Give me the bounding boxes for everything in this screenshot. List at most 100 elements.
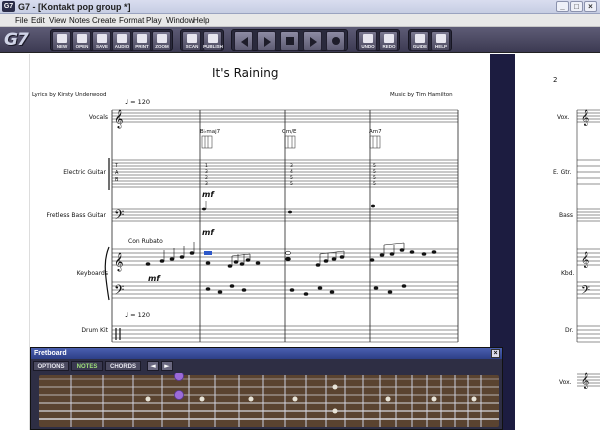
active-note-marker-1 (174, 373, 184, 381)
save-icon (97, 34, 107, 43)
menu-play[interactable]: Play (146, 14, 162, 27)
help-button-group: GUIDE HELP (408, 29, 452, 51)
page2-notation: 𝄞 𝄞 𝄢 𝄞 (576, 109, 600, 389)
publish-button[interactable]: PUBLISH (203, 31, 223, 51)
undo-button[interactable]: UNDO (358, 31, 377, 51)
svg-text:5: 5 (290, 181, 293, 187)
keyboard-notes (145, 242, 437, 296)
bass-notes (202, 201, 375, 214)
main-toolbar: G7 NEW OPEN SAVE AUDIO PRINT ZOOM SCAN P… (0, 27, 600, 53)
g7-logo: G7 (4, 30, 29, 50)
scan-button-group: SCAN PUBLISH (180, 29, 224, 51)
redo-icon (384, 34, 394, 43)
svg-text:3: 3 (205, 169, 208, 175)
svg-text:A: A (115, 170, 119, 176)
menu-help[interactable]: Help (193, 14, 209, 27)
svg-text:𝄞: 𝄞 (114, 109, 123, 129)
menu-format[interactable]: Format (119, 14, 144, 27)
menu-bar: File Edit View Notes Create Format Play … (0, 14, 600, 27)
window-title: G7 - [Kontakt pop group *] (18, 2, 131, 12)
svg-text:𝄞: 𝄞 (114, 252, 123, 272)
chord-diagrams (201, 135, 381, 149)
play-icon (310, 37, 317, 47)
open-icon (77, 34, 87, 43)
fretboard-window[interactable]: Fretboard × OPTIONS NOTES CHORDS ◄ ► (30, 347, 503, 430)
redo-button[interactable]: REDO (379, 31, 398, 51)
scan-icon (187, 34, 197, 43)
svg-text:𝄞: 𝄞 (581, 373, 589, 389)
fast-forward-button[interactable] (257, 31, 276, 51)
tab-options[interactable]: OPTIONS (33, 361, 69, 371)
record-button[interactable] (326, 31, 345, 51)
stop-icon (286, 37, 294, 45)
publish-icon (208, 34, 218, 43)
guitar-neck[interactable] (31, 373, 502, 429)
svg-text:5: 5 (373, 163, 376, 169)
fretboard-title: Fretboard (34, 350, 67, 357)
undo-icon (363, 34, 373, 43)
maximize-button[interactable]: □ (570, 1, 583, 12)
scan-button[interactable]: SCAN (182, 31, 201, 51)
svg-text:3: 3 (290, 163, 293, 169)
audio-icon (117, 34, 127, 43)
fretboard-titlebar[interactable]: Fretboard × (31, 348, 502, 359)
svg-text:5: 5 (373, 181, 376, 187)
help-icon (436, 34, 446, 43)
guide-icon (415, 34, 425, 43)
svg-text:𝄢: 𝄢 (114, 207, 124, 226)
score-page-2[interactable]: 2 Vox. E. Gtr. Bass Kbd. Dr. Vox. 𝄞 𝄞 𝄢 𝄞 (515, 54, 600, 430)
record-icon (332, 37, 340, 45)
svg-text:5: 5 (373, 175, 376, 181)
svg-text:2: 2 (205, 175, 208, 181)
previous-arrow-button[interactable]: ◄ (147, 361, 159, 371)
audio-button[interactable]: AUDIO (112, 31, 131, 51)
menu-edit[interactable]: Edit (31, 14, 45, 27)
help-button[interactable]: HELP (431, 31, 450, 51)
staff-braces (104, 158, 110, 301)
svg-text:5: 5 (290, 175, 293, 181)
svg-text:5: 5 (373, 169, 376, 175)
left-margin (0, 54, 30, 430)
svg-text:𝄞: 𝄞 (581, 110, 589, 126)
next-arrow-button[interactable]: ► (161, 361, 173, 371)
minimize-button[interactable]: _ (556, 1, 569, 12)
print-button[interactable]: PRINT (132, 31, 151, 51)
rewind-icon (241, 37, 248, 47)
new-icon (57, 34, 67, 43)
print-icon (137, 34, 147, 43)
svg-text:𝄢: 𝄢 (581, 284, 590, 300)
svg-text:1: 1 (205, 163, 208, 169)
menu-notes[interactable]: Notes (69, 14, 90, 27)
new-button[interactable]: NEW (52, 31, 71, 51)
guide-button[interactable]: GUIDE (410, 31, 429, 51)
clefs: 𝄞 𝄢 𝄞 𝄢 (114, 109, 124, 301)
svg-text:4: 4 (290, 169, 293, 175)
rewind-button[interactable] (234, 31, 253, 51)
open-button[interactable]: OPEN (72, 31, 91, 51)
fretboard-close-button[interactable]: × (491, 349, 500, 358)
svg-text:B: B (115, 177, 119, 183)
app-icon: G7 (2, 1, 15, 12)
svg-text:3: 3 (205, 181, 208, 187)
transport-group (231, 29, 348, 51)
save-button[interactable]: SAVE (92, 31, 111, 51)
menu-view[interactable]: View (49, 14, 66, 27)
menu-file[interactable]: File (15, 14, 28, 27)
undo-redo-group: UNDO REDO (356, 29, 400, 51)
svg-text:𝄞: 𝄞 (581, 252, 589, 268)
notation-graphics: 𝄞𝄢𝄞𝄢 TAB 1323 3455 5555 (104, 109, 459, 343)
menu-window[interactable]: Window (166, 14, 194, 27)
tab-notes[interactable]: NOTES (71, 361, 103, 371)
fast-forward-icon (264, 37, 271, 47)
menu-create[interactable]: Create (92, 14, 116, 27)
file-button-group: NEW OPEN SAVE AUDIO PRINT ZOOM (50, 29, 173, 51)
zoom-button[interactable]: ZOOM (152, 31, 171, 51)
active-note-marker-2 (174, 390, 184, 400)
svg-text:𝄢: 𝄢 (114, 282, 124, 301)
play-button[interactable] (303, 31, 322, 51)
stop-button[interactable] (280, 31, 299, 51)
window-titlebar: G7 G7 - [Kontakt pop group *] _ □ × (0, 0, 600, 14)
close-button[interactable]: × (584, 1, 597, 12)
zoom-icon (157, 34, 167, 43)
tab-chords[interactable]: CHORDS (105, 361, 141, 371)
